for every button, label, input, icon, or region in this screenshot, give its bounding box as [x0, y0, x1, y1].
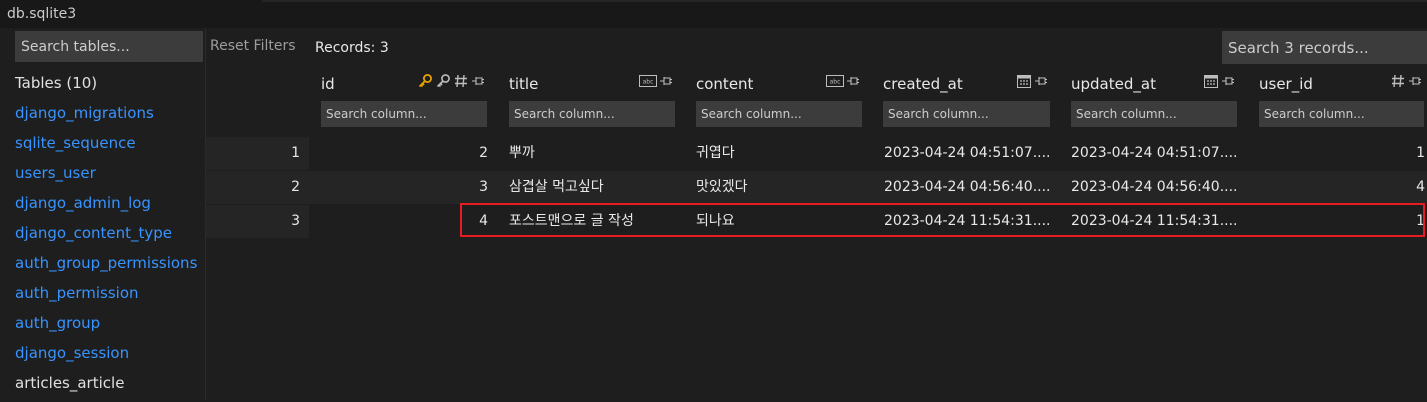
column-icons: abc: [826, 70, 860, 92]
cell-title[interactable]: 포스트맨으로 글 작성: [509, 205, 679, 238]
tab-strip: [262, 0, 1427, 2]
column-name: title: [509, 75, 539, 93]
sidebar-item-auth-group[interactable]: auth_group: [15, 312, 197, 342]
sidebar-item-django-content-type[interactable]: django_content_type: [15, 222, 197, 252]
sidebar-item-django-admin-log[interactable]: django_admin_log: [15, 192, 197, 222]
cell-title[interactable]: 뿌까: [509, 137, 679, 170]
pin-icon[interactable]: [846, 74, 860, 88]
text-type-icon: abc: [826, 75, 844, 87]
svg-text:abc: abc: [643, 79, 654, 86]
cell-content[interactable]: 귀엽다: [696, 137, 866, 170]
database-tab-name[interactable]: db.sqlite3: [7, 6, 76, 22]
column-header-content: content abc: [696, 66, 862, 136]
row-number: 2: [291, 179, 300, 195]
sidebar-item-django-session[interactable]: django_session: [15, 342, 197, 372]
row-number: 3: [291, 213, 300, 229]
cell-id[interactable]: 3: [312, 171, 488, 204]
sidebar-item-sqlite-sequence[interactable]: sqlite_sequence: [15, 132, 197, 162]
cell-updated-at[interactable]: 2023-04-24 04:51:07....: [1071, 137, 1243, 170]
column-name: id: [321, 75, 335, 93]
column-icons: [1203, 70, 1235, 92]
column-header-created-at: created_at: [883, 66, 1050, 136]
row-number-cell: 1: [206, 137, 309, 170]
sidebar-item-users-user[interactable]: users_user: [15, 162, 197, 192]
cell-user-id[interactable]: 1: [1251, 137, 1425, 170]
updated-at-filter-input[interactable]: [1071, 101, 1237, 127]
cell-title[interactable]: 삼겹살 먹고싶다: [509, 171, 679, 204]
cell-user-id[interactable]: 4: [1251, 171, 1425, 204]
sidebar-item-auth-group-permissions[interactable]: auth_group_permissions: [15, 252, 197, 282]
sidebar-item-django-migrations[interactable]: django_migrations: [15, 102, 197, 132]
text-type-icon: abc: [639, 75, 657, 87]
pin-icon[interactable]: [1221, 74, 1235, 88]
column-name: user_id: [1259, 75, 1313, 93]
pin-icon[interactable]: [471, 74, 485, 88]
reset-filters-button[interactable]: Reset Filters: [210, 38, 296, 54]
cell-id[interactable]: 2: [312, 137, 488, 170]
pin-icon[interactable]: [1034, 74, 1048, 88]
table-row[interactable]: 1 2 뿌까 귀엽다 2023-04-24 04:51:07.... 2023-…: [206, 137, 1427, 170]
foreign-key-icon: [435, 73, 451, 89]
column-header-id: id: [321, 66, 487, 136]
column-header-user-id: user_id: [1259, 66, 1424, 136]
cell-user-id[interactable]: 1: [1251, 205, 1425, 238]
table-row[interactable]: 3 4 포스트맨으로 글 작성 되나요 2023-04-24 11:54:31.…: [206, 205, 1427, 238]
cell-updated-at[interactable]: 2023-04-24 11:54:31....: [1071, 205, 1243, 238]
column-name: created_at: [883, 75, 963, 93]
sidebar: Tables (10) django_migrations sqlite_seq…: [0, 28, 206, 401]
column-name: content: [696, 75, 754, 93]
column-icons: [1016, 70, 1048, 92]
row-number-cell: 3: [206, 205, 309, 238]
sidebar-item-auth-permission[interactable]: auth_permission: [15, 282, 197, 312]
svg-text:abc: abc: [830, 79, 841, 86]
title-filter-input[interactable]: [509, 101, 675, 127]
search-tables-input[interactable]: [15, 31, 203, 62]
row-number-cell: 2: [206, 171, 309, 204]
content-filter-input[interactable]: [696, 101, 862, 127]
cell-created-at[interactable]: 2023-04-24 04:51:07....: [884, 137, 1056, 170]
calendar-icon: [1016, 73, 1032, 89]
table-row[interactable]: 2 3 삼겹살 먹고싶다 맛있겠다 2023-04-24 04:56:40...…: [206, 171, 1427, 204]
column-name: updated_at: [1071, 75, 1156, 93]
sidebar-item-articles-article[interactable]: articles_article: [15, 372, 197, 402]
tables-heading: Tables (10): [15, 74, 98, 92]
cell-updated-at[interactable]: 2023-04-24 04:56:40....: [1071, 171, 1243, 204]
table-list: django_migrations sqlite_sequence users_…: [15, 102, 197, 402]
calendar-icon: [1203, 73, 1219, 89]
user-id-filter-input[interactable]: [1259, 101, 1424, 127]
hash-icon: [453, 73, 469, 89]
cell-created-at[interactable]: 2023-04-24 04:56:40....: [884, 171, 1056, 204]
key-icon: [417, 73, 433, 89]
hash-icon: [1390, 73, 1406, 89]
pin-icon[interactable]: [1408, 74, 1422, 88]
cell-content[interactable]: 맛있겠다: [696, 171, 866, 204]
title-bar: db.sqlite3: [0, 0, 1427, 28]
column-header-updated-at: updated_at: [1071, 66, 1237, 136]
id-filter-input[interactable]: [321, 101, 487, 127]
column-icons: [417, 70, 485, 92]
records-count: Records: 3: [315, 40, 389, 56]
pin-icon[interactable]: [659, 74, 673, 88]
row-number: 1: [291, 145, 300, 161]
cell-id[interactable]: 4: [312, 205, 488, 238]
search-records-input[interactable]: [1222, 31, 1427, 64]
cell-content[interactable]: 되나요: [696, 205, 866, 238]
column-icons: abc: [639, 70, 673, 92]
column-header-title: title abc: [509, 66, 675, 136]
column-icons: [1390, 70, 1422, 92]
created-at-filter-input[interactable]: [883, 101, 1050, 127]
cell-created-at[interactable]: 2023-04-24 11:54:31....: [884, 205, 1056, 238]
